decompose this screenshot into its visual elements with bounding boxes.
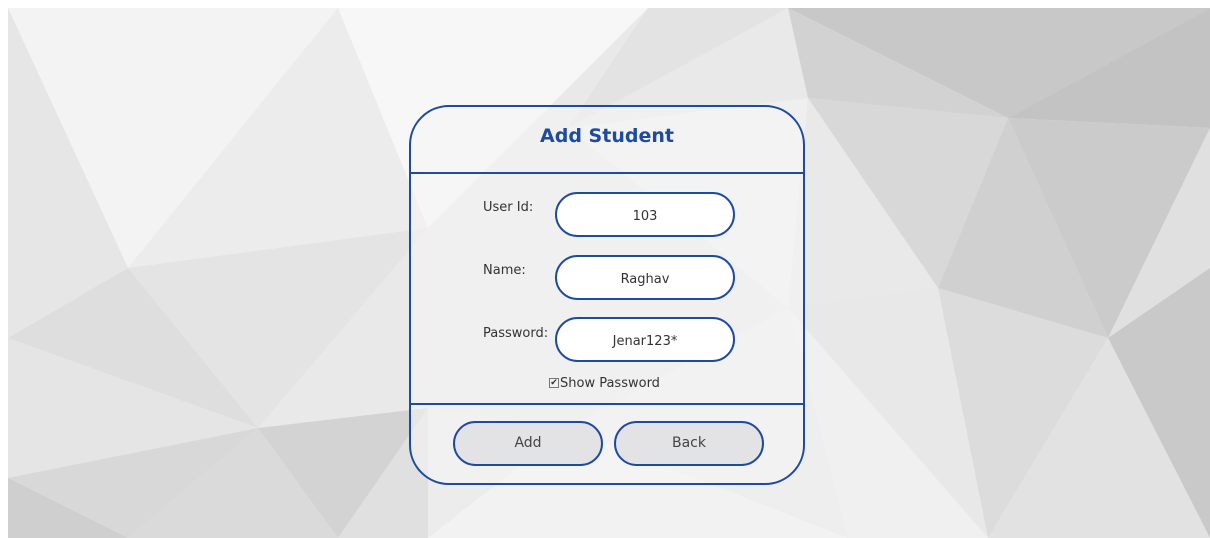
add-student-card: Add Student User Id: Name: Password: ✔ S… [409, 105, 805, 485]
header-divider [411, 172, 803, 174]
footer-divider [411, 403, 803, 405]
back-button[interactable]: Back [614, 421, 764, 466]
card-title: Add Student [540, 125, 674, 147]
show-password-checkbox[interactable]: ✔ [549, 378, 559, 388]
password-input[interactable] [555, 317, 735, 362]
background-canvas: Add Student User Id: Name: Password: ✔ S… [8, 8, 1210, 538]
user-id-label: User Id: [483, 200, 534, 215]
show-password-label[interactable]: Show Password [560, 376, 660, 391]
name-label: Name: [483, 263, 526, 278]
add-button[interactable]: Add [453, 421, 603, 466]
name-input[interactable] [555, 255, 735, 300]
user-id-input[interactable] [555, 192, 735, 237]
password-label: Password: [483, 326, 549, 341]
show-password-row[interactable]: ✔ Show Password [549, 375, 660, 391]
